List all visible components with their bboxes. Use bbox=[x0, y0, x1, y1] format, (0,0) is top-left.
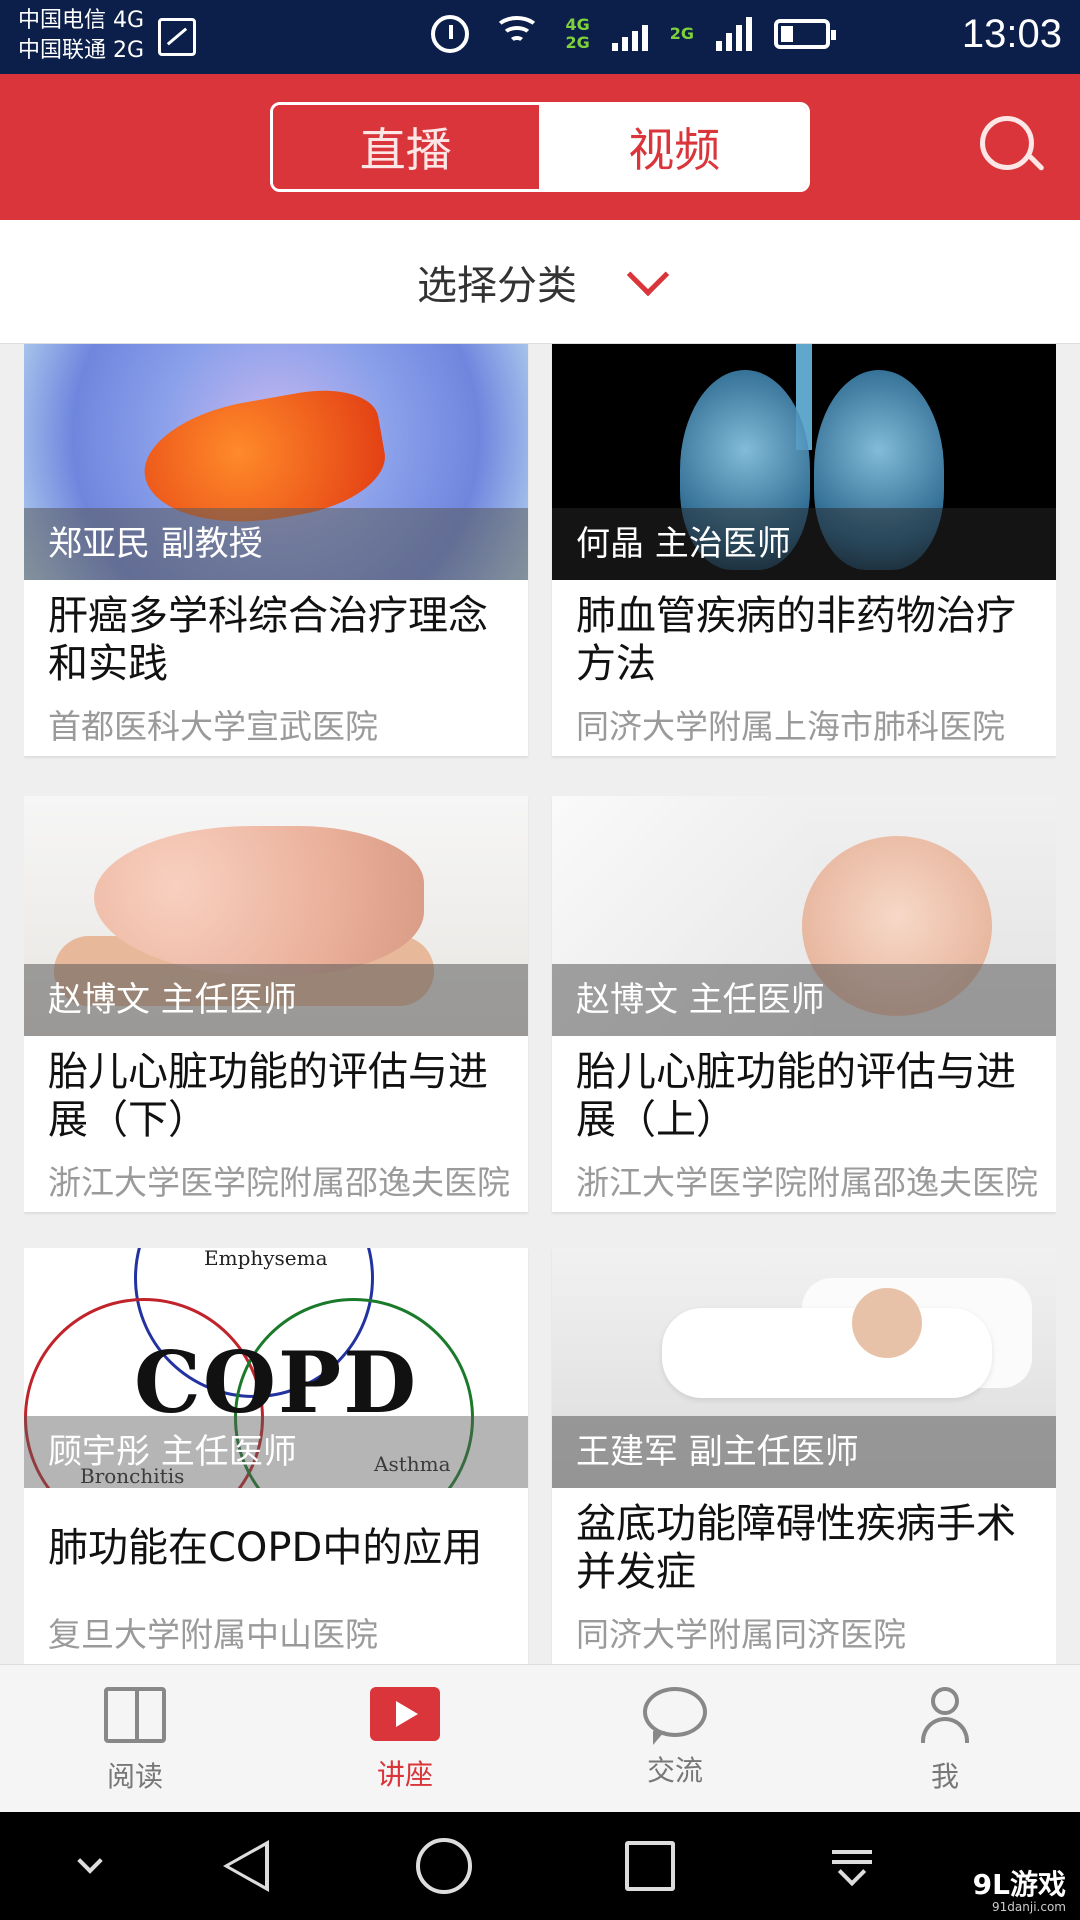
wifi-icon bbox=[491, 14, 543, 54]
carrier-1: 中国电信 4G bbox=[18, 8, 145, 33]
back-button[interactable] bbox=[210, 1812, 270, 1920]
search-icon[interactable] bbox=[980, 116, 1045, 178]
signal-bars-2-icon bbox=[716, 17, 752, 51]
app-header: 直播 视频 bbox=[0, 74, 1080, 220]
hospital-name: 首都医科大学宣武医院 bbox=[48, 707, 378, 746]
chevron-down-icon bbox=[626, 253, 670, 296]
hospital-name: 同济大学附属上海市肺科医院 bbox=[576, 707, 1005, 746]
video-card[interactable]: 郑亚民 副教授 肝癌多学科综合治疗理念和实践 首都医科大学宣武医院 bbox=[24, 344, 528, 756]
nav-label: 我 bbox=[930, 1760, 959, 1793]
category-label: 选择分类 bbox=[417, 262, 577, 309]
segment-control: 直播 视频 bbox=[270, 102, 810, 192]
hospital-name: 同济大学附属同济医院 bbox=[576, 1615, 906, 1654]
network-type: 4G 2G bbox=[565, 16, 589, 52]
image-label-emphysema: Emphysema bbox=[204, 1248, 328, 1270]
image-notification-icon bbox=[158, 18, 196, 56]
nav-label: 讲座 bbox=[376, 1758, 433, 1791]
chevron-down-icon bbox=[77, 1848, 103, 1874]
book-icon bbox=[104, 1687, 166, 1743]
nav-item-read[interactable]: 阅读 bbox=[0, 1665, 270, 1812]
clock: 13:03 bbox=[961, 12, 1062, 56]
video-thumbnail: 郑亚民 副教授 bbox=[24, 344, 528, 580]
video-card[interactable]: 赵博文 主任医师 胎儿心脏功能的评估与进展（上） 浙江大学医学院附属邵逸夫医院 bbox=[552, 796, 1056, 1212]
status-icons: 4G 2G 2G bbox=[431, 14, 836, 54]
recents-button[interactable] bbox=[620, 1812, 680, 1920]
chat-icon bbox=[643, 1687, 707, 1745]
tab-video[interactable]: 视频 bbox=[541, 105, 807, 189]
video-thumbnail: 赵博文 主任医师 bbox=[24, 796, 528, 1036]
doctor-name: 王建军 副主任医师 bbox=[552, 1416, 1056, 1488]
doctor-name: 赵博文 主任医师 bbox=[24, 964, 528, 1036]
video-title: 肝癌多学科综合治疗理念和实践 bbox=[48, 593, 488, 687]
system-nav-bar bbox=[0, 1812, 1080, 1920]
back-triangle-icon bbox=[217, 1840, 269, 1892]
video-thumbnail: 王建军 副主任医师 bbox=[552, 1248, 1056, 1488]
nav-label: 交流 bbox=[646, 1754, 703, 1787]
network-2g-secondary: 2G bbox=[669, 24, 694, 43]
tab-live[interactable]: 直播 bbox=[273, 105, 542, 189]
video-card[interactable]: 何晶 主治医师 肺血管疾病的非药物治疗方法 同济大学附属上海市肺科医院 bbox=[552, 344, 1056, 756]
video-title: 盆底功能障碍性疾病手术并发症 bbox=[576, 1501, 1016, 1595]
network-4g: 4G bbox=[565, 15, 590, 34]
category-selector[interactable]: 选择分类 bbox=[0, 220, 1080, 344]
alarm-icon bbox=[431, 15, 470, 53]
video-title: 肺血管疾病的非药物治疗方法 bbox=[576, 593, 1016, 687]
battery-icon bbox=[774, 19, 836, 49]
network-2g: 2G bbox=[565, 33, 590, 52]
nav-item-chat[interactable]: 交流 bbox=[540, 1665, 810, 1812]
signal-bars-icon bbox=[611, 17, 648, 51]
video-title: 胎儿心脏功能的评估与进展（下） bbox=[48, 1049, 488, 1143]
video-thumbnail: Emphysema COPD Bronchitis Asthma 顾宇彤 主任医… bbox=[24, 1248, 528, 1488]
doctor-name: 郑亚民 副教授 bbox=[24, 508, 528, 580]
watermark-brand: 9L游戏 bbox=[972, 1868, 1066, 1901]
nav-label: 阅读 bbox=[106, 1760, 163, 1793]
watermark: 9L游戏 91danji.com bbox=[972, 1868, 1066, 1915]
hide-nav-button[interactable] bbox=[60, 1812, 120, 1920]
bottom-nav: 阅读 讲座 交流 我 bbox=[0, 1664, 1080, 1812]
hospital-name: 浙江大学医学院附属邵逸夫医院 bbox=[576, 1163, 1038, 1202]
doctor-name: 何晶 主治医师 bbox=[552, 508, 1056, 580]
carrier-info: 中国电信 4G 中国联通 2G bbox=[18, 6, 144, 66]
status-bar: 中国电信 4G 中国联通 2G 4G 2G 2G 13:03 bbox=[0, 0, 1080, 74]
video-card[interactable]: 赵博文 主任医师 胎儿心脏功能的评估与进展（下） 浙江大学医学院附属邵逸夫医院 bbox=[24, 796, 528, 1212]
hospital-name: 复旦大学附属中山医院 bbox=[48, 1615, 378, 1654]
video-card[interactable]: Emphysema COPD Bronchitis Asthma 顾宇彤 主任医… bbox=[24, 1248, 528, 1664]
doctor-name: 赵博文 主任医师 bbox=[552, 964, 1056, 1036]
nav-item-lecture[interactable]: 讲座 bbox=[270, 1665, 540, 1812]
home-button[interactable] bbox=[414, 1812, 474, 1920]
carrier-2: 中国联通 2G bbox=[18, 38, 145, 63]
video-thumbnail: 何晶 主治医师 bbox=[552, 344, 1056, 580]
watermark-url: 91danji.com bbox=[992, 1900, 1066, 1914]
home-circle-icon bbox=[416, 1838, 472, 1894]
video-grid: 郑亚民 副教授 肝癌多学科综合治疗理念和实践 首都医科大学宣武医院 何晶 主治医… bbox=[24, 344, 1056, 1664]
video-card[interactable]: 王建军 副主任医师 盆底功能障碍性疾病手术并发症 同济大学附属同济医院 bbox=[552, 1248, 1056, 1664]
video-title: 胎儿心脏功能的评估与进展（上） bbox=[576, 1049, 1016, 1143]
nav-item-me[interactable]: 我 bbox=[810, 1665, 1080, 1812]
notification-pull-button[interactable] bbox=[822, 1812, 882, 1920]
doctor-name: 顾宇彤 主任医师 bbox=[24, 1416, 528, 1488]
hospital-name: 浙江大学医学院附属邵逸夫医院 bbox=[48, 1163, 510, 1202]
video-icon bbox=[370, 1687, 440, 1741]
user-icon bbox=[917, 1687, 973, 1743]
video-thumbnail: 赵博文 主任医师 bbox=[552, 796, 1056, 1036]
recents-square-icon bbox=[625, 1841, 675, 1891]
